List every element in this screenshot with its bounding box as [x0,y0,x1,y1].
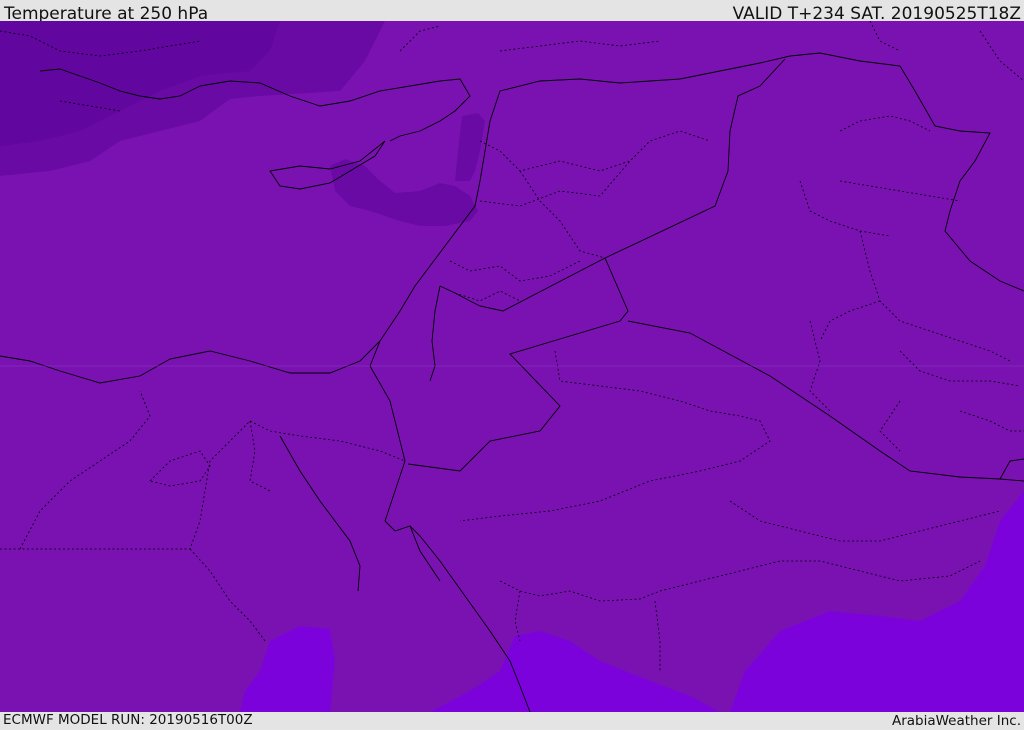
weather-map [0,21,1024,712]
footer-bar: ECMWF MODEL RUN: 20190516T00Z ArabiaWeat… [0,712,1024,729]
credit: ArabiaWeather Inc. [891,713,1021,729]
header-bar: Temperature at 250 hPa VALID T+234 SAT. … [0,0,1024,24]
model-run: ECMWF MODEL RUN: 20190516T00Z [3,712,253,728]
